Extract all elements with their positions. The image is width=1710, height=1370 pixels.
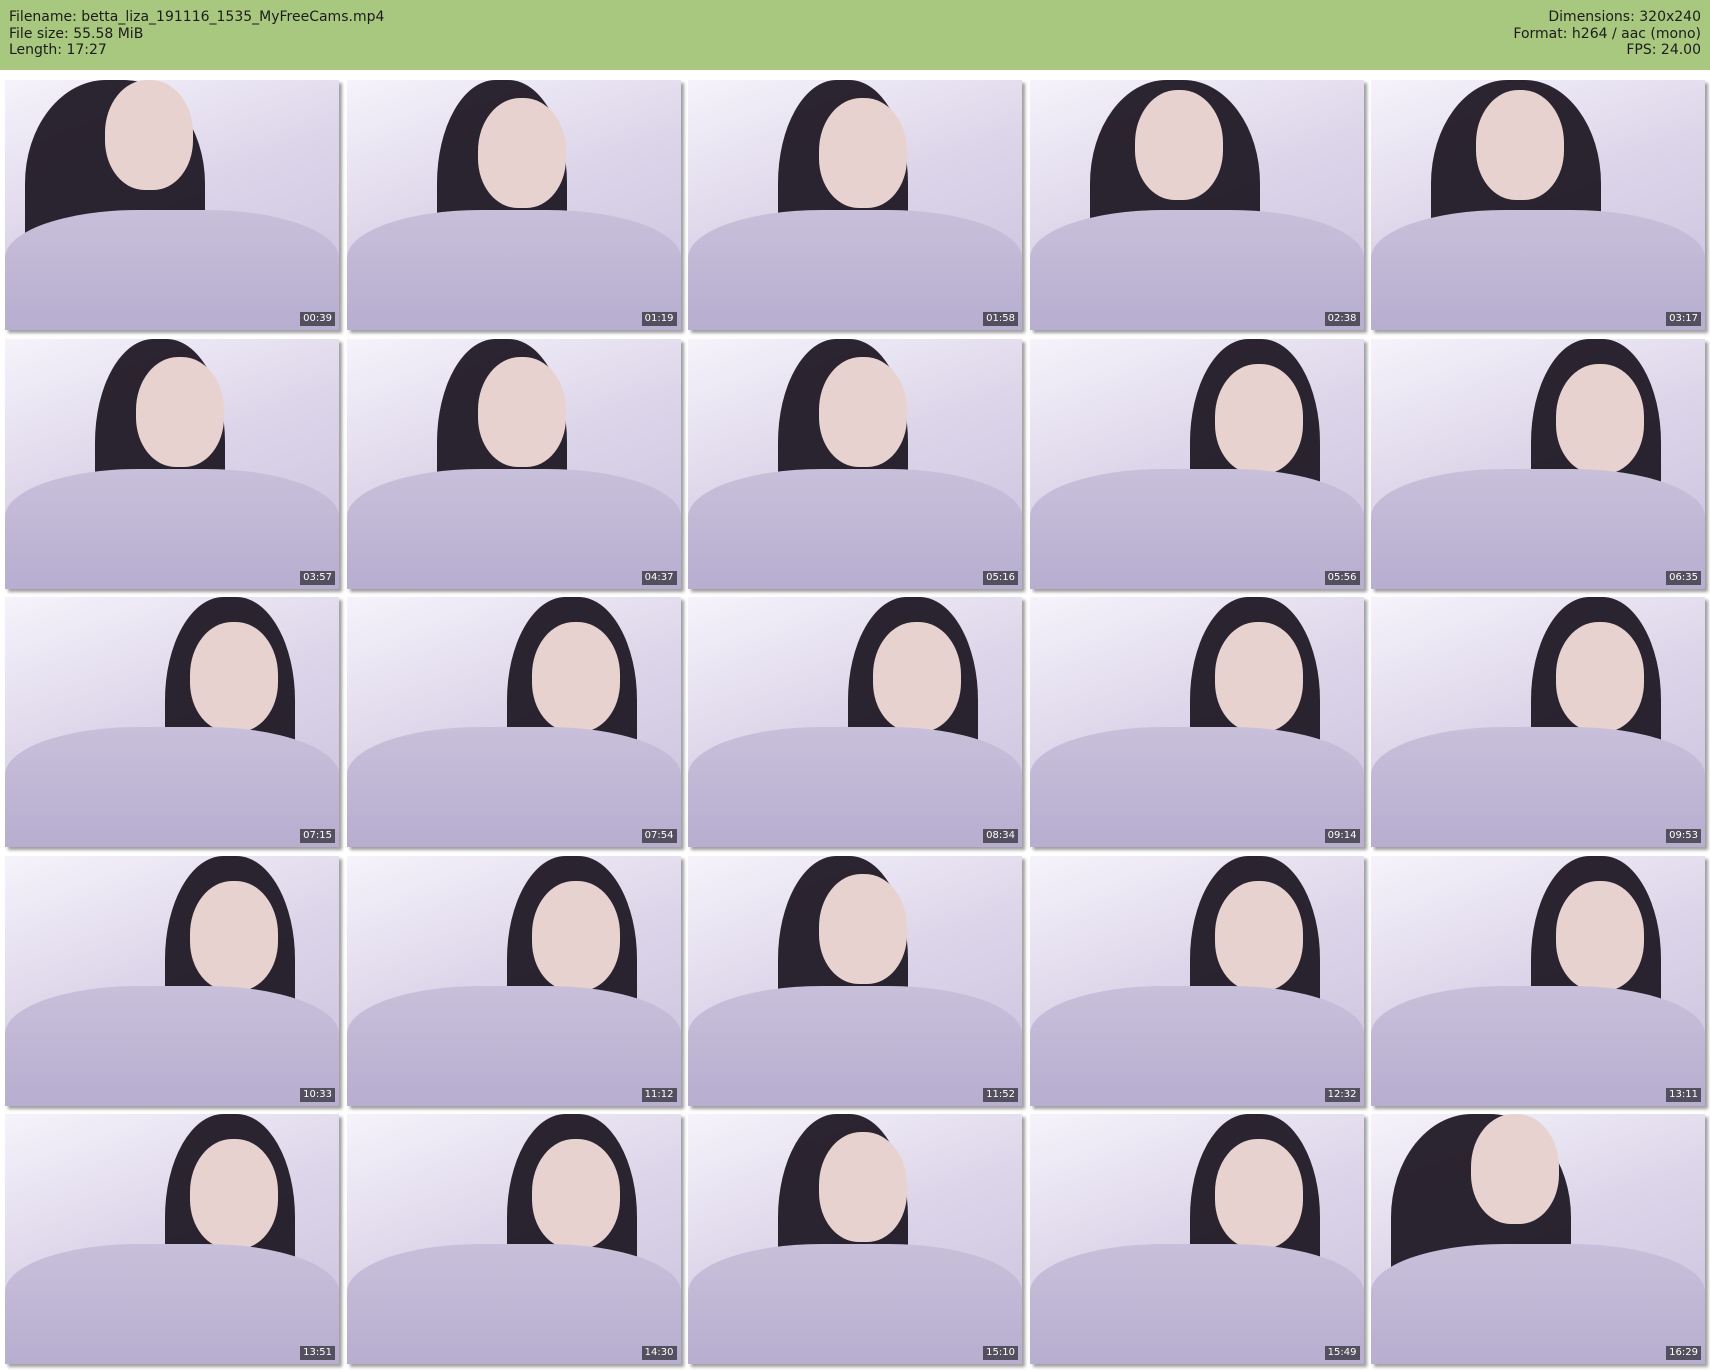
video-thumbnail[interactable]: 01:58	[688, 80, 1022, 330]
video-thumbnail[interactable]: 14:30	[346, 1114, 681, 1364]
thumbnail-timestamp: 07:15	[300, 829, 335, 843]
video-thumbnail[interactable]: 04:37	[346, 338, 681, 589]
thumbnail-timestamp: 04:37	[641, 570, 677, 585]
video-thumbnail[interactable]: 09:53	[1371, 597, 1705, 847]
video-thumbnail[interactable]: 05:56	[1029, 338, 1364, 589]
video-thumbnail[interactable]: 00:39	[5, 80, 339, 330]
thumbnail-timestamp: 11:52	[983, 1087, 1018, 1102]
thumbnail-timestamp: 08:34	[983, 829, 1018, 843]
thumbnail-timestamp: 11:12	[641, 1087, 677, 1102]
length-text: Length: 17:27	[9, 42, 107, 58]
info-header: Filename: betta_liza_191116_1535_MyFreeC…	[0, 0, 1710, 70]
thumbnail-timestamp: 07:54	[641, 829, 677, 843]
thumbnail-timestamp: 01:58	[983, 312, 1018, 326]
video-thumbnail[interactable]: 13:51	[5, 1114, 339, 1364]
video-thumbnail[interactable]: 15:49	[1029, 1114, 1364, 1364]
thumbnail-timestamp: 09:14	[1324, 829, 1360, 843]
file-info-right: Dimensions: 320x240 Format: h264 / aac (…	[1513, 9, 1701, 59]
video-thumbnail[interactable]: 08:34	[688, 597, 1022, 847]
thumbnail-timestamp: 02:38	[1324, 312, 1360, 326]
video-thumbnail[interactable]: 09:14	[1029, 597, 1364, 847]
dimensions-text: Dimensions: 320x240	[1548, 9, 1701, 25]
thumbnail-timestamp: 00:39	[300, 312, 335, 326]
thumbnail-timestamp: 14:30	[641, 1346, 677, 1360]
thumbnail-timestamp: 05:16	[983, 570, 1018, 585]
thumbnail-timestamp: 01:19	[641, 312, 677, 326]
thumbnail-timestamp: 05:56	[1324, 570, 1360, 585]
thumbnail-timestamp: 03:17	[1666, 312, 1701, 326]
video-thumbnail[interactable]: 07:15	[5, 597, 339, 847]
video-thumbnail[interactable]: 13:11	[1371, 855, 1705, 1106]
format-text: Format: h264 / aac (mono)	[1513, 25, 1701, 42]
thumbnail-timestamp: 10:33	[300, 1087, 335, 1102]
video-thumbnail[interactable]: 11:52	[688, 855, 1022, 1106]
thumbnail-timestamp: 13:51	[300, 1346, 335, 1360]
thumbnail-timestamp: 15:49	[1324, 1346, 1360, 1360]
video-thumbnail[interactable]: 12:32	[1029, 855, 1364, 1106]
video-thumbnail[interactable]: 11:12	[346, 855, 681, 1106]
video-thumbnail[interactable]: 07:54	[346, 597, 681, 847]
video-thumbnail[interactable]: 01:19	[346, 80, 681, 330]
video-thumbnail[interactable]: 16:29	[1371, 1114, 1705, 1364]
file-info-left: Filename: betta_liza_191116_1535_MyFreeC…	[9, 9, 384, 59]
filesize-text: File size: 55.58 MiB	[9, 25, 144, 42]
thumbnail-timestamp: 15:10	[983, 1346, 1018, 1360]
thumbnail-grid: 00:39 01:19 01:58 02:38 03:17 03:57 04:3…	[5, 80, 1705, 1365]
thumbnail-timestamp: 09:53	[1666, 829, 1701, 843]
thumbnail-timestamp: 03:57	[300, 570, 335, 585]
thumbnail-timestamp: 16:29	[1666, 1346, 1701, 1360]
video-thumbnail[interactable]: 06:35	[1371, 338, 1705, 589]
video-thumbnail[interactable]: 05:16	[688, 338, 1022, 589]
fps-text: FPS: 24.00	[1626, 42, 1701, 58]
video-thumbnail[interactable]: 02:38	[1029, 80, 1364, 330]
filename-text: Filename: betta_liza_191116_1535_MyFreeC…	[9, 9, 385, 25]
thumbnail-timestamp: 06:35	[1666, 570, 1701, 585]
video-thumbnail[interactable]: 03:17	[1371, 80, 1705, 330]
video-thumbnail[interactable]: 03:57	[5, 338, 339, 589]
thumbnail-timestamp: 12:32	[1324, 1087, 1360, 1102]
thumbnail-timestamp: 13:11	[1666, 1087, 1701, 1102]
video-thumbnail[interactable]: 15:10	[688, 1114, 1022, 1364]
video-thumbnail[interactable]: 10:33	[5, 855, 339, 1106]
